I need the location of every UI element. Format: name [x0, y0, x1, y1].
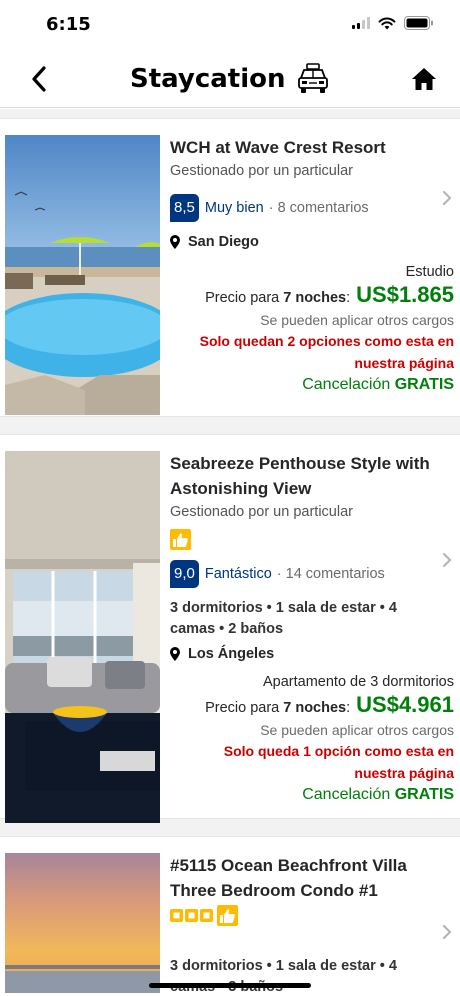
review-count-text: 8 comentarios	[277, 200, 369, 216]
status-icons	[352, 16, 434, 30]
property-details: WCH at Wave Crest Resort Gestionado por …	[170, 135, 454, 394]
rating-square-icon	[170, 909, 183, 922]
price-row: Precio para 7 noches: US$4.961	[170, 692, 454, 718]
review-score-word: Muy bien	[204, 200, 264, 216]
home-indicator	[149, 983, 311, 988]
page-title: Staycation	[0, 62, 460, 96]
managed-by: Gestionado por un particular	[170, 163, 353, 179]
price-label-prefix: Precio para	[205, 700, 280, 716]
rating-square-icon	[200, 909, 213, 922]
chevron-right-icon	[443, 925, 452, 939]
price-label-prefix: Precio para	[205, 290, 280, 306]
thumbs-up-icon	[220, 908, 235, 923]
room-type: Estudio	[405, 264, 454, 280]
property-details: #5115 Ocean Beachfront Villa Three Bedro…	[170, 853, 454, 996]
free-cancellation: Cancelación GRATIS	[170, 786, 454, 804]
preferred-thumbs-up-badge	[217, 905, 238, 926]
property-photo	[5, 451, 160, 823]
price-value: US$1.865	[356, 282, 454, 307]
list-separator	[0, 109, 460, 119]
location-pin-icon	[170, 235, 180, 249]
property-name[interactable]: Seabreeze Penthouse Style with Astonishi…	[170, 451, 454, 501]
location-row: San Diego	[170, 234, 454, 250]
facilities-summary: 3 dormitorios • 1 sala de estar • 4 cama…	[170, 958, 397, 995]
extra-charges-note: Se pueden aplicar otros cargos	[260, 312, 454, 328]
location-pin-icon	[170, 647, 180, 661]
list-separator	[0, 417, 460, 435]
extra-charges-note: Se pueden aplicar otros cargos	[260, 722, 454, 738]
review-score-badge: 8,5	[170, 194, 199, 222]
price-nights: 7 noches	[283, 290, 347, 306]
property-photo	[5, 135, 160, 415]
cancellation-label: Cancelación	[302, 786, 391, 803]
price-row: Precio para 7 noches: US$1.865	[170, 282, 454, 308]
price-nights: 7 noches	[283, 700, 347, 716]
review-count: · 8 comentarios	[268, 200, 369, 216]
review-count: · 14 comentarios	[276, 566, 385, 582]
review-score-row: 8,5 Muy bien · 8 comentarios	[170, 194, 454, 222]
property-details: Seabreeze Penthouse Style with Astonishi…	[170, 451, 454, 804]
home-icon	[412, 68, 436, 90]
preferred-thumbs-up-badge	[170, 529, 191, 550]
location-row: Los Ángeles	[170, 646, 454, 662]
managed-by: Gestionado por un particular	[170, 504, 353, 520]
results-list: WCH at Wave Crest Resort Gestionado por …	[0, 109, 460, 996]
rating-square-icon	[185, 909, 198, 922]
status-bar: 6:15	[0, 0, 460, 50]
taxi-icon	[298, 63, 328, 93]
rating-row	[170, 905, 454, 926]
page-title-text: Staycation	[130, 64, 286, 94]
status-time: 6:15	[46, 14, 91, 35]
wifi-icon	[378, 17, 396, 29]
battery-icon	[404, 16, 433, 30]
home-button[interactable]	[410, 66, 438, 94]
free-cancellation: Cancelación GRATIS	[170, 376, 454, 394]
property-photo	[5, 853, 160, 993]
review-score-badge: 9,0	[170, 560, 199, 588]
facilities-summary: 3 dormitorios • 1 sala de estar • 4 cama…	[170, 600, 397, 637]
review-count-text: 14 comentarios	[285, 566, 385, 582]
star-rating-squares	[170, 909, 213, 922]
property-card[interactable]: #5115 Ocean Beachfront Villa Three Bedro…	[0, 837, 460, 996]
location-name: San Diego	[188, 234, 259, 250]
property-name[interactable]: #5115 Ocean Beachfront Villa Three Bedro…	[170, 853, 454, 903]
cancellation-free: GRATIS	[394, 786, 454, 803]
chevron-right-icon	[443, 191, 452, 205]
review-score-word: Fantástico	[204, 566, 272, 582]
location-name: Los Ángeles	[188, 646, 275, 662]
price-label: Precio para 7 noches:	[205, 700, 351, 716]
room-type: Apartamento de 3 dormitorios	[262, 674, 454, 690]
cancellation-label: Cancelación	[302, 376, 391, 393]
thumbs-up-icon	[173, 532, 188, 547]
scarcity-message: Solo queda 1 opción como esta en nuestra…	[223, 743, 454, 781]
cancellation-free: GRATIS	[394, 376, 454, 393]
nav-bar: Staycation	[0, 50, 460, 108]
signal-icon	[352, 17, 370, 29]
scarcity-message: Solo quedan 2 opciones como esta en nues…	[199, 333, 454, 371]
property-name[interactable]: WCH at Wave Crest Resort	[170, 135, 454, 160]
price-value: US$4.961	[356, 692, 454, 717]
property-card[interactable]: Seabreeze Penthouse Style with Astonishi…	[0, 435, 460, 823]
chevron-right-icon	[443, 553, 452, 567]
property-card[interactable]: WCH at Wave Crest Resort Gestionado por …	[0, 119, 460, 417]
review-score-row: 9,0 Fantástico · 14 comentarios	[170, 560, 454, 588]
price-label: Precio para 7 noches:	[205, 290, 351, 306]
